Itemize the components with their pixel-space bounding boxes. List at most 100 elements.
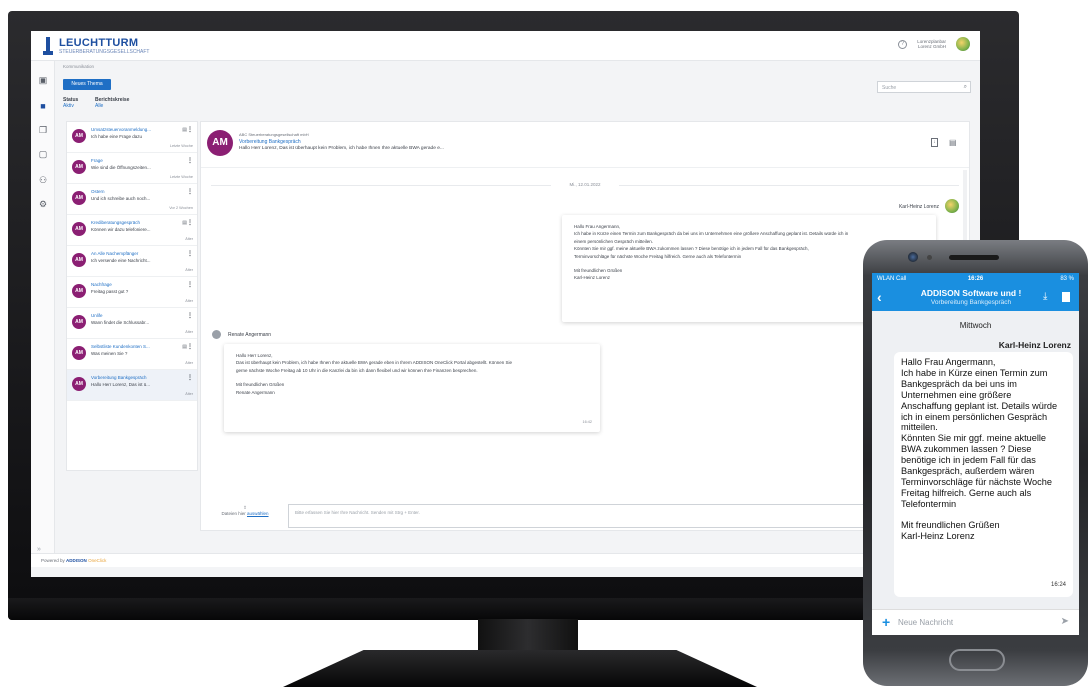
lighthouse-icon: [43, 37, 53, 55]
monitor-stand-neck: [478, 619, 578, 654]
user-avatar[interactable]: [956, 37, 970, 51]
gear-icon[interactable]: ⚙: [38, 199, 48, 209]
download-icon[interactable]: ⤓: [1043, 291, 1047, 302]
more-icon[interactable]: ⋮: [187, 281, 193, 288]
message-line: Mit freundlichen Grüßen: [236, 382, 285, 388]
search-placeholder: Suche: [882, 85, 897, 91]
conversation-item-active[interactable]: AM Vorbereitung Bankgespräch Hallo Herr …: [67, 370, 197, 401]
conversation-title: Vorbereitung Bankgespräch: [91, 375, 147, 380]
sensor-dot: [927, 255, 932, 260]
user-line-2: Lorenz GmbH: [917, 44, 946, 49]
more-icon[interactable]: ⋮: [187, 312, 193, 319]
brand-logo[interactable]: LEUCHTTURM STEUERBERATUNGSGESELLSCHAFT: [43, 37, 149, 55]
conversation-preview: Wie sind die Öffnungszeiten...: [91, 165, 151, 170]
new-topic-button[interactable]: Neues Thema: [63, 79, 111, 90]
chat-icon[interactable]: ■: [38, 101, 48, 111]
conversation-title: Krediberatungsgespräch: [91, 220, 141, 225]
app-header: LEUCHTTURM STEUERBERATUNGSGESELLSCHAFT ?…: [31, 31, 980, 61]
person-icon: [212, 330, 221, 339]
more-icon[interactable]: ⋮: [187, 250, 193, 257]
breadcrumb: Kommunikation: [63, 64, 95, 69]
home-button[interactable]: [949, 649, 1005, 671]
message-line: Unternehmen eine größere: [901, 389, 1012, 400]
conversation-item[interactable]: AM Ostern Und ich schreibe auch noch... …: [67, 184, 197, 215]
attachment-text: Dateien hier: [221, 511, 246, 516]
conversation-title: Selbstliste Kundenkonten S...: [91, 344, 150, 349]
chat-title: ADDISON Software und !: [920, 288, 1022, 298]
message-line: Hallo Frau Angermann,: [901, 357, 996, 367]
conversation-avatar: AM: [72, 346, 86, 360]
more-icon[interactable]: ⋮: [187, 219, 193, 226]
users-icon[interactable]: ⚇: [38, 175, 48, 185]
folder-add-icon[interactable]: ▢: [38, 149, 48, 159]
conversation-time: Letzte Woche: [169, 175, 193, 179]
more-icon[interactable]: ⋮: [187, 188, 193, 195]
inbox-icon[interactable]: ▣: [38, 75, 48, 85]
conversation-item[interactable]: AM Frage Wie sind die Öffnungszeiten... …: [67, 153, 197, 184]
send-icon[interactable]: ➤: [1061, 616, 1069, 627]
berichtskreise-filter[interactable]: Berichtskreise Alle: [95, 97, 129, 109]
message-line: Bankgespräch, außerdem wären: [901, 466, 1035, 477]
conversation-item[interactable]: AM Umsatzsteuervoranmeldung... Ich habe …: [67, 122, 197, 153]
desktop-screen: LEUCHTTURM STEUERBERATUNGSGESELLSCHAFT ?…: [31, 31, 980, 577]
thread-preview: Hallo Herr Lorenz, Das ist überhaupt kei…: [239, 146, 444, 151]
conversation-item[interactable]: AM Unlife Wann findet die Schlussabr... …: [67, 308, 197, 339]
file-icon[interactable]: [1062, 292, 1070, 302]
conversation-time: Älter: [185, 361, 193, 365]
conversation-avatar: AM: [72, 129, 86, 143]
help-icon[interactable]: ?: [898, 39, 908, 49]
conversation-title: Unlife: [91, 313, 103, 318]
back-icon[interactable]: ‹: [877, 289, 882, 305]
search-icon[interactable]: ⌕: [964, 84, 967, 91]
search-input[interactable]: Suche ⌕: [877, 81, 971, 93]
conversation-item[interactable]: AM An Alle Nachempfänger Ich versende ei…: [67, 246, 197, 277]
document-add-icon[interactable]: ❐: [38, 125, 48, 135]
thread-organisation: ABC Steuerberatungsgesellschaft mbH: [239, 132, 309, 137]
conversation-list: AM Umsatzsteuervoranmeldung... Ich habe …: [66, 121, 198, 471]
status-bar: WLAN Call 16:26 83 %: [872, 273, 1079, 285]
status-filter-value: Aktiv: [63, 103, 74, 109]
conversation-avatar: AM: [72, 284, 86, 298]
thread-topic: Vorbereitung Bankgespräch: [239, 139, 301, 145]
conversation-time: Älter: [185, 330, 193, 334]
conversation-time: Älter: [185, 299, 193, 303]
chat-message: Hallo Frau Angermann, Ich habe in Kürze …: [894, 352, 1073, 597]
conversation-item[interactable]: AM Krediberatungsgespräch Können wir daz…: [67, 215, 197, 246]
conversation-preview: Können wir dazu telefoniere...: [91, 227, 151, 232]
incoming-sender: Renate Angermann: [228, 332, 272, 338]
message-line: mitteilen.: [901, 422, 938, 433]
conversation-title: Frage: [91, 158, 103, 163]
more-icon[interactable]: ⋮: [187, 126, 193, 133]
conversation-item[interactable]: AM Nachfrage Freitag passt gut ? ⋮ Älter: [67, 277, 197, 308]
message-line: [901, 510, 1066, 520]
conversation-preview: Wann findet die Schlussabr...: [91, 320, 150, 325]
more-icon[interactable]: ⋮: [187, 157, 193, 164]
conversation-item[interactable]: AM Selbstliste Kundenkonten S... Was mei…: [67, 339, 197, 370]
message-line: Freitag hilfreich. Gerne auch als: [901, 487, 1032, 498]
conversation-preview: Freitag passt gut ?: [91, 289, 129, 294]
conversation-time: Älter: [185, 392, 193, 396]
message-line: Terminvorschläge für nächste Woche: [901, 476, 1052, 487]
message-line: BWA zukommen lassen ? Diese: [901, 444, 1032, 455]
attachment-select-link[interactable]: auswählen: [247, 511, 269, 516]
message-line: Ich habe in Kürze einen Termin zum Bankg…: [574, 231, 849, 237]
conversation-time: Vor 2 Wochen: [169, 206, 193, 210]
attachment-dropzone[interactable]: ⇪ Dateien hier auswählen: [210, 505, 280, 517]
message-line: Hallo Frau Angermann,: [574, 224, 621, 229]
file-icon[interactable]: ▤: [949, 138, 957, 147]
status-filter[interactable]: Status Aktiv: [63, 97, 78, 109]
speaker-grille: [949, 255, 999, 260]
message-line: Mit freundlichen Grüßen: [901, 519, 1000, 530]
more-icon[interactable]: ⋮: [187, 374, 193, 381]
more-icon[interactable]: ⋮: [187, 343, 193, 350]
chat-sender: Karl-Heinz Lorenz: [998, 340, 1071, 350]
user-menu[interactable]: Lorenzplanbar Lorenz GmbH: [917, 39, 946, 49]
expand-icon[interactable]: »: [37, 546, 41, 553]
new-message-input[interactable]: Neue Nachricht: [898, 618, 953, 627]
conversation-time: Letzte Woche: [169, 144, 193, 148]
plus-icon[interactable]: +: [882, 614, 890, 630]
download-icon[interactable]: ↓: [931, 138, 938, 147]
footer-brand-name: ADDISON: [66, 558, 87, 563]
berichtskreise-filter-value: Alle: [95, 103, 104, 109]
date-label: Mi., 12.01.2022: [551, 182, 619, 187]
